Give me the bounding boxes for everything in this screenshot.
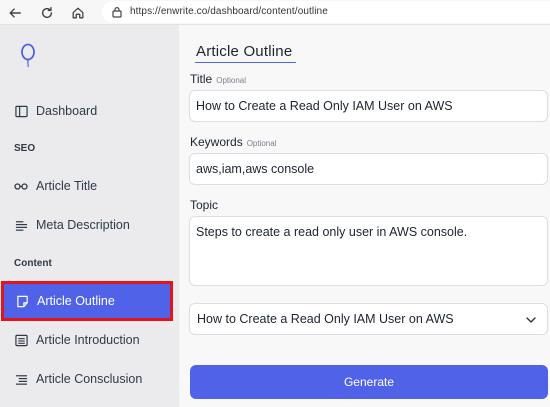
text-lines-icon [14, 218, 28, 232]
sidebar-item-article-conclusion[interactable]: Article Consclusion [0, 362, 179, 396]
note-icon [15, 294, 29, 308]
list-icon [14, 372, 28, 386]
sidebar-item-meta-description[interactable]: Meta Description [0, 208, 179, 242]
topic-label: Topic [190, 198, 219, 212]
keywords-label-text: Keywords [190, 135, 243, 149]
list-box-icon [14, 333, 28, 347]
sidebar-item-label: Article Outline [37, 294, 115, 308]
glasses-icon [14, 179, 28, 193]
address-bar[interactable]: https://enwrite.co/dashboard/content/out… [102, 1, 550, 23]
home-icon[interactable] [68, 3, 88, 23]
browser-toolbar: https://enwrite.co/dashboard/content/out… [0, 0, 550, 25]
chevron-down-icon [526, 317, 536, 323]
sidebar-item-label: Article Title [36, 179, 98, 193]
topic-textarea[interactable]: Steps to create a read only user in AWS … [189, 216, 548, 286]
sidebar-item-dashboard[interactable]: Dashboard [0, 94, 179, 128]
url-text: https://enwrite.co/dashboard/content/out… [130, 6, 328, 17]
optional-tag: Optional [216, 76, 247, 85]
keywords-label: Keywords Optional [190, 135, 276, 149]
sidebar-item-label: Article Consclusion [36, 372, 143, 386]
title-label-text: Title [190, 72, 213, 86]
sidebar-item-article-title[interactable]: Article Title [0, 169, 179, 203]
back-icon[interactable] [5, 3, 25, 23]
outline-title-select[interactable]: How to Create a Read Only IAM User on AW… [189, 303, 548, 335]
sidebar: Dashboard SEO Article Title Meta Descrip… [0, 25, 179, 407]
keywords-input[interactable]: aws,iam,aws console [189, 153, 548, 185]
sidebar-item-article-outline[interactable]: Article Outline [1, 281, 173, 321]
optional-tag: Optional [246, 139, 277, 148]
generate-button[interactable]: Generate [190, 365, 548, 399]
sidebar-item-article-introduction[interactable]: Article Introduction [0, 323, 179, 357]
page-title: Article Outline [195, 43, 296, 63]
main-content: Article Outline Title Optional How to Cre… [179, 25, 550, 407]
section-label-seo: SEO [14, 143, 36, 154]
lock-icon [112, 7, 122, 18]
reload-icon[interactable] [37, 3, 57, 23]
select-value: How to Create a Read Only IAM User on AW… [197, 312, 454, 326]
sidebar-item-label: Dashboard [36, 104, 98, 118]
section-label-content: Content [14, 258, 52, 269]
sidebar-item-label: Meta Description [36, 218, 130, 232]
title-input[interactable]: How to Create a Read Only IAM User on AW… [189, 90, 548, 122]
layout-icon [14, 104, 28, 118]
title-label: Title Optional [190, 72, 246, 86]
balloon-logo-icon[interactable] [18, 43, 38, 69]
sidebar-item-label: Article Introduction [36, 333, 140, 347]
